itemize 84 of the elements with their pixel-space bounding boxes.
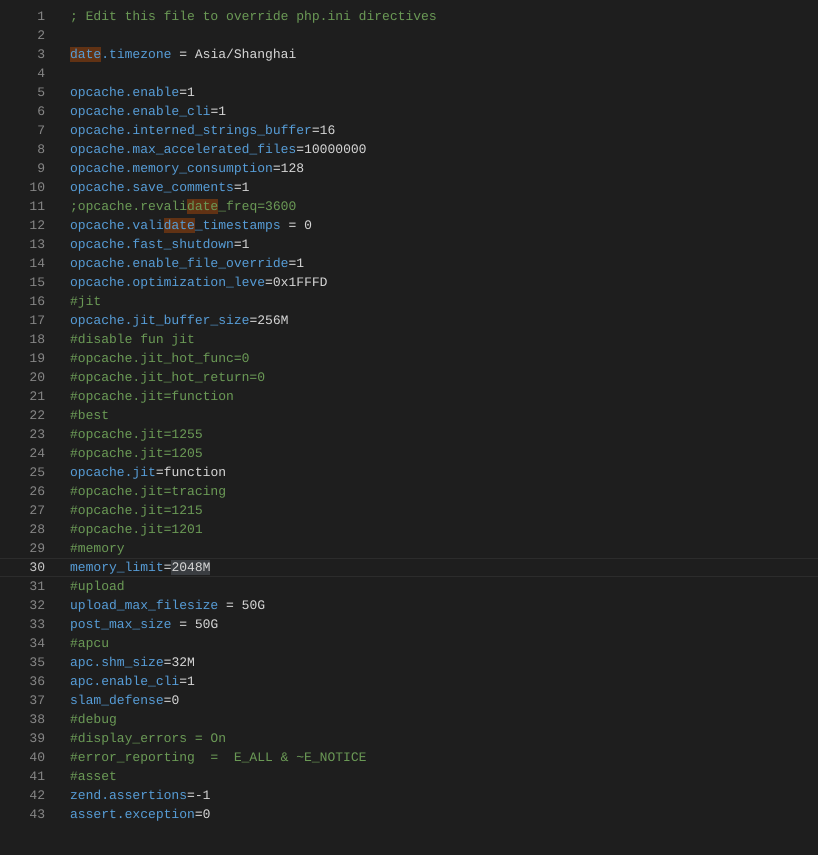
code-line: #debug [70, 711, 117, 728]
line-number: 39 [28, 730, 45, 748]
line-number: 21 [28, 388, 45, 406]
line-number: 8 [36, 140, 45, 159]
code-line: #error_reporting = E_ALL & ~E_NOTICE [70, 749, 366, 766]
line-number: 34 [28, 634, 45, 653]
code-line: #opcache.jit_hot_return=0 [70, 369, 266, 386]
line-number: 36 [28, 672, 45, 691]
code-line: upload_max_filesize = 50G [70, 597, 266, 614]
line-number: 30 [28, 558, 45, 577]
code-line: ;opcache.revalidate_freq=3600 [70, 198, 296, 215]
line-number: 23 [28, 426, 45, 444]
code-line: slam_defense=0 [70, 692, 180, 709]
line-number: 5 [36, 84, 45, 102]
line-number: 10 [28, 178, 45, 197]
line-number: 31 [28, 578, 45, 596]
line-number: 29 [28, 540, 45, 558]
code-line: #memory [70, 540, 125, 557]
code-line: #upload [70, 578, 125, 595]
line-number: 27 [28, 502, 45, 520]
code-line: opcache.enable_file_override=1 [70, 255, 304, 272]
code-line: #opcache.jit=function [70, 388, 234, 405]
line-number: 12 [28, 216, 45, 235]
line-number: 42 [28, 786, 45, 805]
line-number: 1 [36, 8, 45, 26]
line-number: 22 [28, 406, 45, 425]
code-line: post_max_size = 50G [70, 616, 218, 633]
line-number: 20 [28, 368, 45, 387]
line-number: 6 [36, 102, 45, 121]
code-line: apc.shm_size=32M [70, 654, 195, 671]
code-line: opcache.fast_shutdown=1 [70, 236, 250, 253]
code-line: #opcache.jit=1215 [70, 502, 203, 519]
code-line: opcache.enable_cli=1 [70, 103, 226, 120]
line-number: 43 [28, 806, 45, 824]
code-line: #apcu [70, 635, 110, 652]
code-line: #disable fun jit [70, 331, 195, 348]
line-number: 11 [28, 198, 45, 216]
code-line: #opcache.jit_hot_func=0 [70, 350, 250, 367]
code-line: #opcache.jit=1255 [70, 426, 203, 443]
code-line: opcache.optimization_leve=0x1FFFD [70, 274, 328, 291]
line-number: 13 [28, 236, 45, 254]
code-line: opcache.validate_timestamps = 0 [70, 217, 312, 234]
code-line: opcache.max_accelerated_files=10000000 [70, 141, 366, 158]
code-line: opcache.enable=1 [70, 84, 195, 101]
code-line: #best [70, 407, 110, 424]
code-line: #asset [70, 768, 117, 785]
line-number: 37 [28, 692, 45, 710]
code-line: opcache.save_comments=1 [70, 179, 250, 196]
line-number: 40 [28, 748, 45, 767]
code-line: opcache.jit_buffer_size=256M [70, 312, 288, 329]
line-number: 24 [28, 444, 45, 463]
line-number: 17 [28, 312, 45, 330]
code-line: opcache.jit=function [70, 464, 226, 481]
line-number: 32 [28, 596, 45, 615]
code-line: #jit [70, 293, 102, 310]
code-line: #opcache.jit=1201 [70, 521, 203, 538]
code-line: date.timezone = Asia/Shanghai [70, 46, 296, 63]
line-number: 19 [28, 350, 45, 368]
line-number: 15 [28, 274, 45, 292]
code-line: apc.enable_cli=1 [70, 673, 195, 690]
code-line: zend.assertions=-1 [70, 787, 210, 804]
line-number: 38 [28, 710, 45, 729]
line-number: 3 [36, 46, 45, 64]
code-line: #opcache.jit=tracing [70, 483, 226, 500]
line-number: 18 [28, 330, 45, 349]
line-number: 16 [28, 292, 45, 311]
code-line: memory_limit=2048M [70, 559, 210, 576]
code-line: opcache.memory_consumption=128 [70, 160, 304, 177]
line-number: 33 [28, 616, 45, 634]
line-number: 2 [36, 26, 45, 45]
line-number: 14 [28, 254, 45, 273]
code-line: ; Edit this file to override php.ini directives [70, 8, 437, 25]
line-number: 7 [36, 122, 45, 140]
line-number: 35 [28, 654, 45, 672]
line-number: 28 [28, 520, 45, 539]
code-line: opcache.interned_strings_buffer=16 [70, 122, 336, 139]
code-line: #display_errors = On [70, 730, 226, 747]
code-line: assert.exception=0 [70, 806, 210, 823]
code-line: #opcache.jit=1205 [70, 445, 203, 462]
line-number: 4 [36, 64, 45, 83]
line-number: 26 [28, 482, 45, 501]
line-number: 25 [28, 464, 45, 482]
line-number: 9 [36, 160, 45, 178]
line-number: 41 [28, 768, 45, 786]
